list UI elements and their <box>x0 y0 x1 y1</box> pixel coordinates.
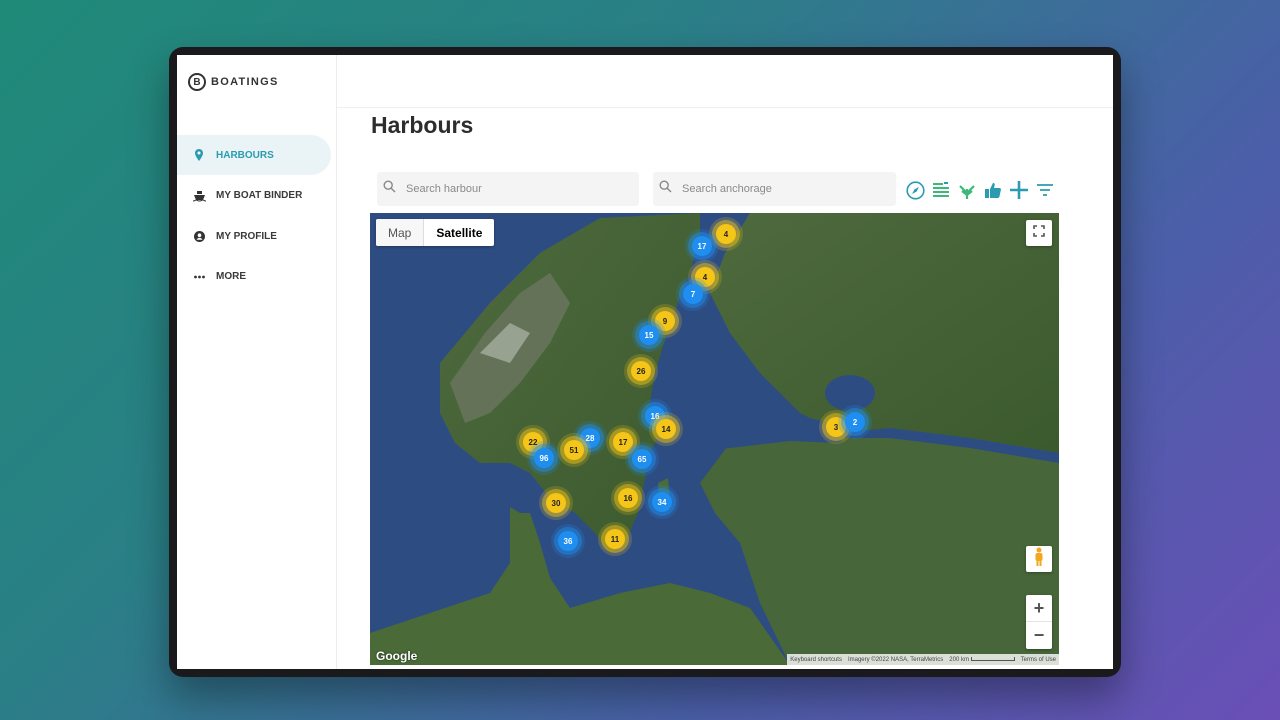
sidebar-item-label: MY PROFILE <box>216 230 277 242</box>
device-frame: B BOATINGS HARBOURS MY BOAT BINDER MY PR… <box>169 47 1121 677</box>
sidebar-item-harbours[interactable]: HARBOURS <box>177 135 331 175</box>
scale-bar <box>970 656 1015 661</box>
brand-logo[interactable]: B BOATINGS <box>188 73 279 91</box>
harbour-cluster-marker[interactable]: 4 <box>695 267 715 287</box>
pegman-icon <box>1033 547 1045 572</box>
harbour-cluster-marker[interactable]: 16 <box>618 488 638 508</box>
map-type-satellite-button[interactable]: Satellite <box>424 219 494 246</box>
terms-link[interactable]: Terms of Use <box>1021 657 1056 663</box>
anchor-plant-icon[interactable] <box>957 180 977 200</box>
waves-icon[interactable] <box>931 180 951 200</box>
harbour-cluster-marker[interactable]: 17 <box>692 236 712 256</box>
street-view-button[interactable] <box>1026 546 1052 572</box>
search-icon <box>659 180 672 198</box>
keyboard-shortcuts-link[interactable]: Keyboard shortcuts <box>790 657 842 663</box>
anchorage-search <box>653 172 896 206</box>
harbour-cluster-marker[interactable]: 65 <box>632 449 652 469</box>
sidebar-item-label: MY BOAT BINDER <box>216 190 303 201</box>
harbour-cluster-marker[interactable]: 96 <box>534 448 554 468</box>
more-icon <box>192 270 206 284</box>
harbour-cluster-marker[interactable]: 15 <box>639 325 659 345</box>
top-bar <box>337 55 1113 108</box>
compass-icon[interactable] <box>905 180 925 200</box>
harbour-map[interactable]: Map Satellite + − 4 17 4 7 9 15 26 16 14 22 28 17 51… <box>370 213 1059 665</box>
zoom-in-button[interactable]: + <box>1026 595 1052 622</box>
zoom-out-button[interactable]: − <box>1026 622 1052 649</box>
harbour-cluster-marker[interactable]: 34 <box>652 492 672 512</box>
page-title: Harbours <box>371 112 474 138</box>
scale-label: 200 km <box>949 656 1015 663</box>
harbour-cluster-marker[interactable]: 51 <box>564 440 584 460</box>
satellite-imagery <box>370 213 1059 665</box>
sidebar-item-more[interactable]: MORE <box>177 257 337 297</box>
google-logo: Google <box>376 649 418 663</box>
harbour-cluster-marker[interactable]: 4 <box>716 224 736 244</box>
sidebar-item-my-profile[interactable]: MY PROFILE <box>177 216 337 256</box>
fullscreen-icon <box>1033 224 1045 242</box>
anchorage-search-input[interactable] <box>682 183 882 195</box>
map-attribution: Keyboard shortcuts Imagery ©2022 NASA, T… <box>787 654 1059 665</box>
harbour-cluster-marker[interactable]: 26 <box>631 361 651 381</box>
sidebar-item-label: HARBOURS <box>216 149 274 161</box>
harbour-cluster-marker[interactable]: 14 <box>656 419 676 439</box>
sidebar: B BOATINGS HARBOURS MY BOAT BINDER MY PR… <box>177 55 337 669</box>
user-icon <box>192 229 206 243</box>
app-screen: B BOATINGS HARBOURS MY BOAT BINDER MY PR… <box>177 55 1113 669</box>
imagery-credit: Imagery ©2022 NASA, TerraMetrics <box>847 656 944 663</box>
zoom-control: + − <box>1026 595 1052 649</box>
harbour-cluster-marker[interactable]: 3 <box>826 417 846 437</box>
sidebar-nav: HARBOURS MY BOAT BINDER MY PROFILE MORE <box>177 135 337 297</box>
harbour-search <box>377 172 639 206</box>
harbour-cluster-marker[interactable]: 11 <box>605 529 625 549</box>
sidebar-item-my-boat-binder[interactable]: MY BOAT BINDER <box>177 176 337 216</box>
harbour-cluster-marker[interactable]: 17 <box>613 432 633 452</box>
harbour-cluster-marker[interactable]: 7 <box>683 284 703 304</box>
map-type-control: Map Satellite <box>376 219 495 246</box>
add-icon[interactable] <box>1009 180 1029 200</box>
brand-name: BOATINGS <box>211 76 279 88</box>
filter-icon[interactable] <box>1035 180 1055 200</box>
brand-mark-icon: B <box>188 73 206 91</box>
harbour-search-input[interactable] <box>406 183 606 195</box>
map-type-map-button[interactable]: Map <box>376 219 425 246</box>
harbour-cluster-marker[interactable]: 30 <box>546 493 566 513</box>
search-icon <box>383 180 396 198</box>
sidebar-item-label: MORE <box>216 271 246 282</box>
map-toolbar <box>905 180 1055 200</box>
ship-icon <box>192 189 206 203</box>
location-pin-icon <box>192 148 206 162</box>
thumbs-up-icon[interactable] <box>983 180 1003 200</box>
harbour-cluster-marker[interactable]: 36 <box>558 531 578 551</box>
fullscreen-button[interactable] <box>1026 220 1052 246</box>
harbour-cluster-marker[interactable]: 9 <box>655 311 675 331</box>
harbour-cluster-marker[interactable]: 2 <box>845 412 865 432</box>
